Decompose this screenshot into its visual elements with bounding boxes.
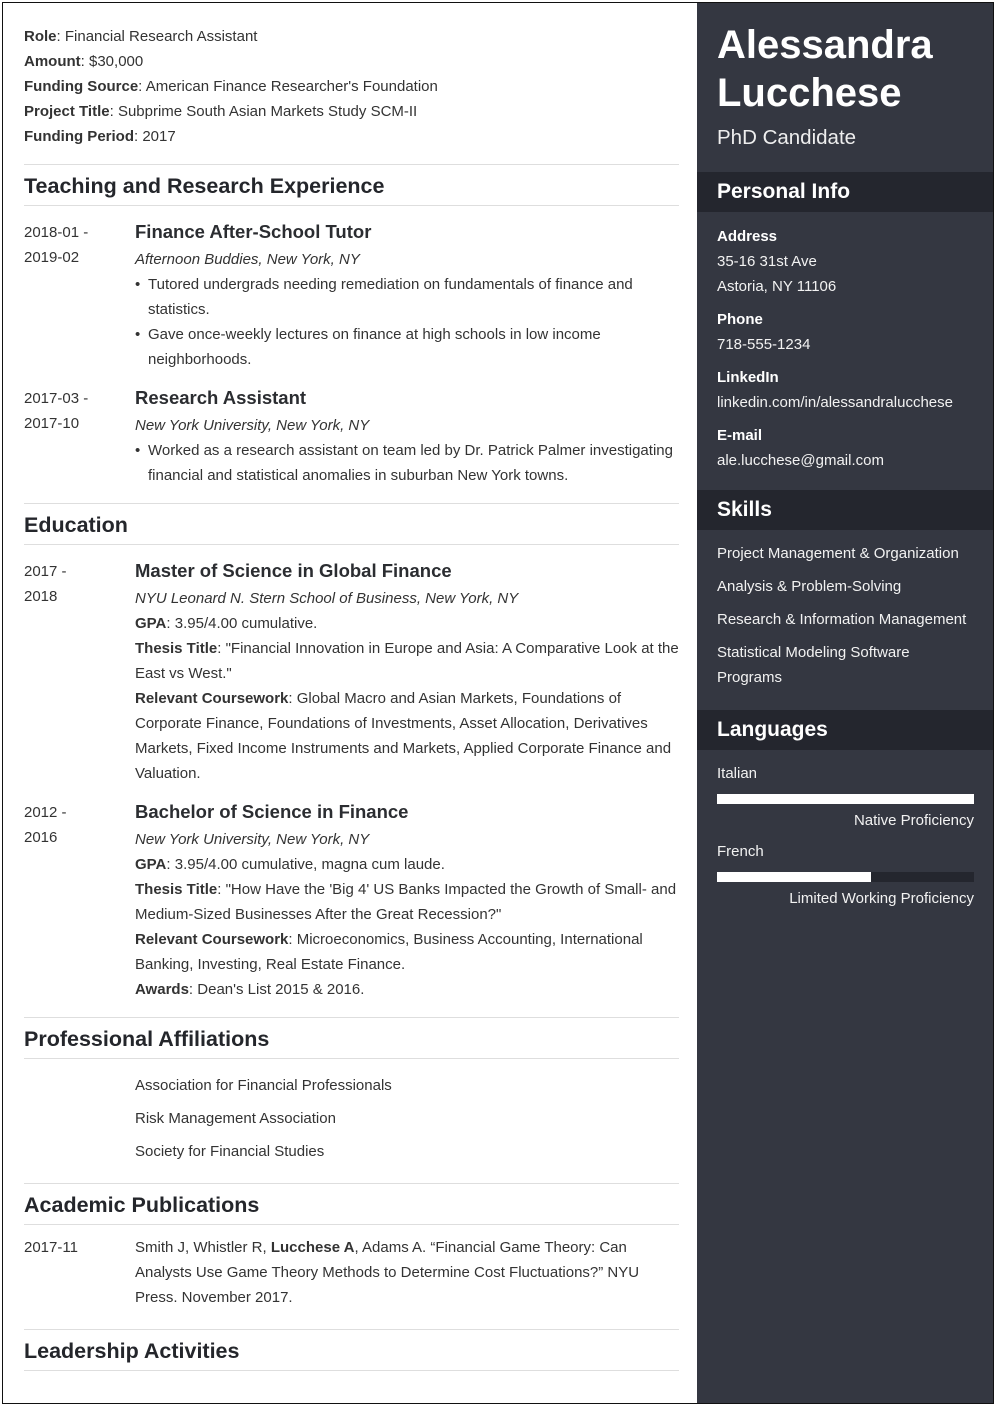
entry-date: 2012 - 2016 bbox=[24, 804, 67, 846]
phone-value: 718-555-1234 bbox=[717, 336, 811, 353]
entry-title: Finance After-School Tutor bbox=[135, 221, 372, 242]
entry-place: NYU Leonard N. Stern School of Business,… bbox=[135, 590, 519, 607]
funding-source: Funding Source: American Finance Researc… bbox=[24, 78, 438, 95]
proficiency-bar bbox=[717, 794, 974, 804]
detail-thesis: Thesis Title: "Financial Innovation in E… bbox=[135, 640, 679, 682]
main-column: Role: Financial Research Assistant Amoun… bbox=[3, 3, 697, 1403]
entry-title: Research Assistant bbox=[135, 387, 307, 408]
personal-info: Address 35-16 31st Ave Astoria, NY 11106… bbox=[697, 212, 993, 473]
bullet-item: Worked as a research assistant on team l… bbox=[135, 438, 679, 488]
languages-heading: Languages bbox=[697, 710, 993, 750]
skill-item: Project Management & Organization bbox=[717, 545, 959, 562]
funding-block: Role: Financial Research Assistant Amoun… bbox=[24, 24, 679, 149]
publication-date: 2017-11 bbox=[24, 1239, 78, 1256]
publication-citation: Smith J, Whistler R, Lucchese A, Adams A… bbox=[135, 1239, 640, 1306]
entry-title: Master of Science in Global Finance bbox=[135, 560, 452, 581]
entry-title: Bachelor of Science in Finance bbox=[135, 801, 409, 822]
entry-date: 2018-01 - 2019-02 bbox=[24, 224, 89, 266]
funding-role: Role: Financial Research Assistant bbox=[24, 28, 258, 45]
language-name: Italian bbox=[717, 765, 758, 782]
experience-entry: 2017-03 - 2017-10 Research Assistant New… bbox=[24, 386, 679, 488]
entry-bullets: Tutored undergrads needing remediation o… bbox=[135, 272, 679, 372]
detail-gpa: GPA: 3.95/4.00 cumulative. bbox=[135, 615, 318, 632]
address-line1: 35-16 31st Ave bbox=[717, 253, 817, 270]
language-item: Italian Native Proficiency bbox=[717, 761, 974, 833]
detail-coursework: Relevant Coursework: Global Macro and As… bbox=[135, 690, 672, 782]
skill-item: Analysis & Problem-Solving bbox=[717, 578, 902, 595]
candidate-name: Alessandra Lucchese bbox=[717, 23, 933, 115]
affiliation-item: Risk Management Association bbox=[135, 1110, 336, 1127]
email-label: E-mail bbox=[717, 427, 763, 444]
personal-info-heading: Personal Info bbox=[697, 172, 993, 212]
experience-heading: Teaching and Research Experience bbox=[24, 164, 679, 206]
entry-place: New York University, New York, NY bbox=[135, 831, 370, 848]
proficiency-fill bbox=[717, 872, 872, 882]
language-level: Limited Working Proficiency bbox=[789, 890, 974, 907]
skill-item: Research & Information Management bbox=[717, 611, 967, 628]
detail-thesis: Thesis Title: "How Have the 'Big 4' US B… bbox=[135, 881, 677, 923]
candidate-subtitle: PhD Candidate bbox=[717, 126, 857, 149]
publication-entry: 2017-11 Smith J, Whistler R, Lucchese A,… bbox=[24, 1235, 679, 1314]
linkedin-value[interactable]: linkedin.com/in/alessandralucchese bbox=[717, 390, 974, 415]
education-heading: Education bbox=[24, 503, 679, 545]
resume-page: Role: Financial Research Assistant Amoun… bbox=[2, 2, 994, 1404]
affiliation-item: Association for Financial Professionals bbox=[135, 1077, 392, 1094]
address-label: Address bbox=[717, 228, 778, 245]
detail-coursework: Relevant Coursework: Microeconomics, Bus… bbox=[135, 931, 643, 973]
funding-project-title: Project Title: Subprime South Asian Mark… bbox=[24, 103, 418, 120]
affiliation-item: Society for Financial Studies bbox=[135, 1143, 325, 1160]
skills-heading: Skills bbox=[697, 490, 993, 530]
affiliations-list: Association for Financial Professionals … bbox=[24, 1069, 679, 1168]
funding-period: Funding Period: 2017 bbox=[24, 128, 176, 145]
languages-list: Italian Native Proficiency French Limite… bbox=[697, 750, 993, 911]
publications-heading: Academic Publications bbox=[24, 1183, 679, 1225]
language-level: Native Proficiency bbox=[853, 812, 974, 829]
skill-item: Statistical Modeling Software Programs bbox=[717, 644, 910, 686]
bullet-item: Gave once-weekly lectures on finance at … bbox=[135, 322, 679, 372]
affiliations-heading: Professional Affiliations bbox=[24, 1017, 679, 1059]
sidebar: Alessandra Lucchese PhD Candidate Person… bbox=[697, 3, 993, 1403]
entry-place: Afternoon Buddies, New York, NY bbox=[135, 251, 360, 268]
education-entry: 2017 - 2018 Master of Science in Global … bbox=[24, 559, 679, 786]
language-item: French Limited Working Proficiency bbox=[717, 839, 974, 911]
experience-entry: 2018-01 - 2019-02 Finance After-School T… bbox=[24, 220, 679, 372]
phone-label: Phone bbox=[717, 311, 763, 328]
email-value[interactable]: ale.lucchese@gmail.com bbox=[717, 448, 974, 473]
leadership-heading: Leadership Activities bbox=[24, 1329, 679, 1371]
language-name: French bbox=[717, 843, 764, 860]
proficiency-fill bbox=[717, 794, 974, 804]
entry-date: 2017-03 - 2017-10 bbox=[24, 390, 89, 432]
linkedin-label: LinkedIn bbox=[717, 369, 779, 386]
entry-bullets: Worked as a research assistant on team l… bbox=[135, 438, 679, 488]
address-line2: Astoria, NY 11106 bbox=[717, 278, 837, 295]
education-entry: 2012 - 2016 Bachelor of Science in Finan… bbox=[24, 800, 679, 1002]
entry-date: 2017 - 2018 bbox=[24, 563, 67, 605]
skills-list: Project Management & Organization Analys… bbox=[697, 530, 993, 700]
entry-place: New York University, New York, NY bbox=[135, 417, 370, 434]
funding-amount: Amount: $30,000 bbox=[24, 53, 144, 70]
detail-awards: Awards: Dean's List 2015 & 2016. bbox=[135, 981, 365, 998]
bullet-item: Tutored undergrads needing remediation o… bbox=[135, 272, 679, 322]
proficiency-bar bbox=[717, 872, 974, 882]
detail-gpa: GPA: 3.95/4.00 cumulative, magna cum lau… bbox=[135, 856, 445, 873]
